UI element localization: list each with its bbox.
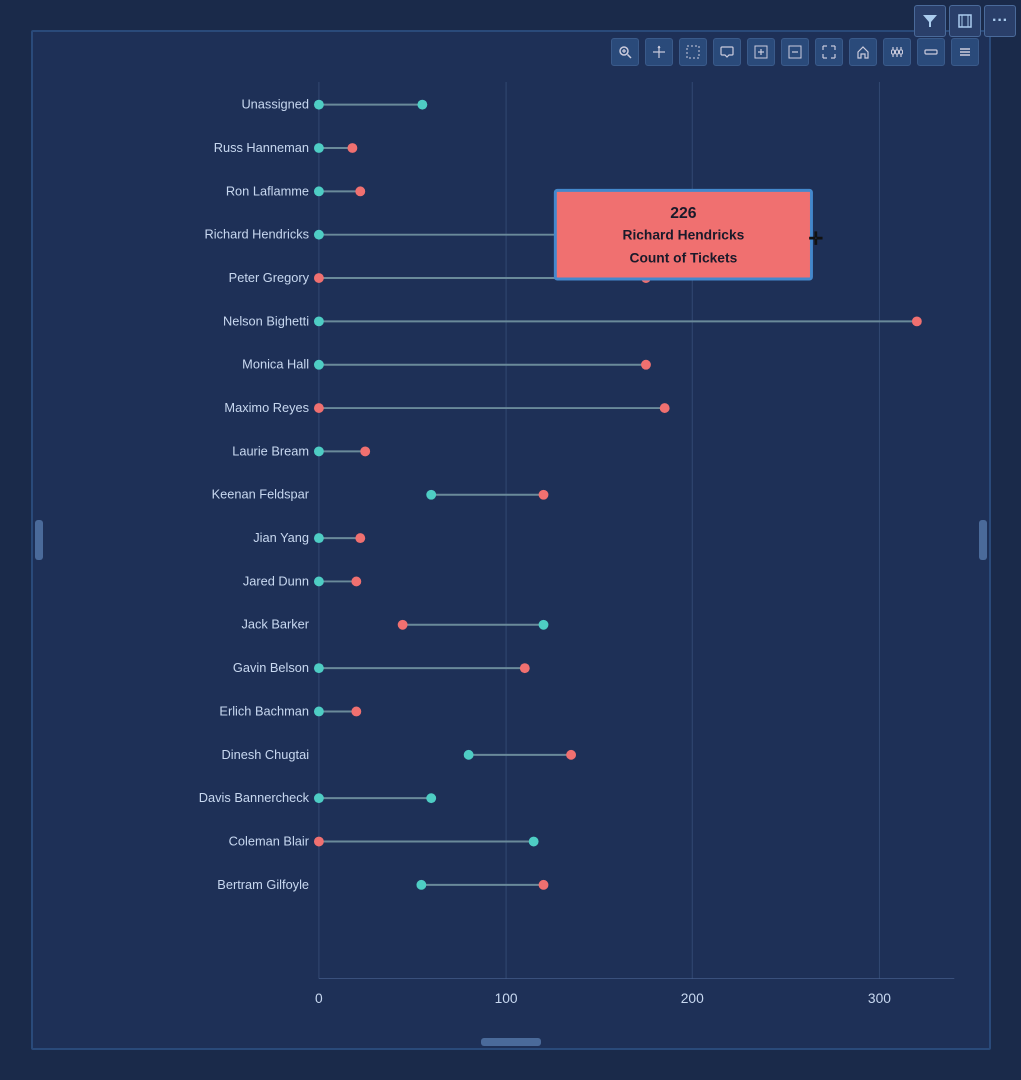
vertical-scrollbar-left[interactable] [35,520,43,560]
svg-text:Coleman Blair: Coleman Blair [228,833,309,848]
svg-text:Jian Yang: Jian Yang [253,530,309,545]
crosshair-button[interactable] [645,38,673,66]
svg-text:Davis Bannercheck: Davis Bannercheck [198,790,309,805]
svg-text:Count of Tickets: Count of Tickets [629,250,737,265]
svg-text:Russ Hanneman: Russ Hanneman [213,140,308,155]
fullscreen-button[interactable] [815,38,843,66]
svg-text:Erlich Bachman: Erlich Bachman [219,703,309,718]
expand-icon [957,13,973,29]
tooltip-icon [720,45,734,59]
card-icon [924,45,938,59]
svg-text:100: 100 [494,991,517,1006]
more-icon: ··· [992,12,1008,30]
filter-icon [922,13,938,29]
zoom-button[interactable] [611,38,639,66]
chart-plot-area: Unassigned Russ Hanneman Ron Laflamme Ri… [53,82,969,1008]
menu-icon [958,45,972,59]
lasso-icon [686,45,700,59]
crosshair-icon [652,45,666,59]
lasso-button[interactable] [679,38,707,66]
svg-text:300: 300 [867,991,890,1006]
svg-text:Jack Barker: Jack Barker [241,617,309,632]
svg-text:Unassigned: Unassigned [241,97,309,112]
add-button[interactable] [747,38,775,66]
svg-text:Peter Gregory: Peter Gregory [228,270,309,285]
horizontal-scrollbar[interactable] [481,1038,541,1046]
expand-button[interactable] [949,5,981,37]
svg-text:Gavin Belson: Gavin Belson [232,660,308,675]
chart-svg: Unassigned Russ Hanneman Ron Laflamme Ri… [53,82,969,1008]
svg-text:226: 226 [670,205,697,222]
remove-button[interactable] [781,38,809,66]
svg-text:Dinesh Chugtai: Dinesh Chugtai [221,747,309,762]
remove-icon [788,45,802,59]
chart-container: Unassigned Russ Hanneman Ron Laflamme Ri… [31,30,991,1050]
more-button[interactable]: ··· [984,5,1016,37]
vertical-scrollbar-right[interactable] [979,520,987,560]
card-button[interactable] [917,38,945,66]
svg-text:Monica Hall: Monica Hall [242,357,309,372]
add-icon [754,45,768,59]
fullscreen-icon [822,45,836,59]
svg-text:200: 200 [680,991,703,1006]
svg-text:Laurie Bream: Laurie Bream [232,443,309,458]
settings-icon [890,45,904,59]
svg-text:0: 0 [315,991,323,1006]
svg-text:Bertram Gilfoyle: Bertram Gilfoyle [217,877,309,892]
tooltip-button[interactable] [713,38,741,66]
zoom-icon [618,45,632,59]
svg-text:Richard Hendricks: Richard Hendricks [204,227,309,242]
home-button[interactable] [849,38,877,66]
home-icon [856,45,870,59]
filter-button[interactable] [914,5,946,37]
svg-text:Jared Dunn: Jared Dunn [242,573,308,588]
svg-text:Ron Laflamme: Ron Laflamme [225,183,308,198]
settings-button[interactable] [883,38,911,66]
svg-text:✛: ✛ [808,229,823,249]
svg-text:Nelson Bighetti: Nelson Bighetti [222,313,308,328]
svg-text:Keenan Feldspar: Keenan Feldspar [211,487,309,502]
menu-button[interactable] [951,38,979,66]
svg-text:Maximo Reyes: Maximo Reyes [224,400,309,415]
svg-text:Richard Hendricks: Richard Hendricks [622,228,744,243]
